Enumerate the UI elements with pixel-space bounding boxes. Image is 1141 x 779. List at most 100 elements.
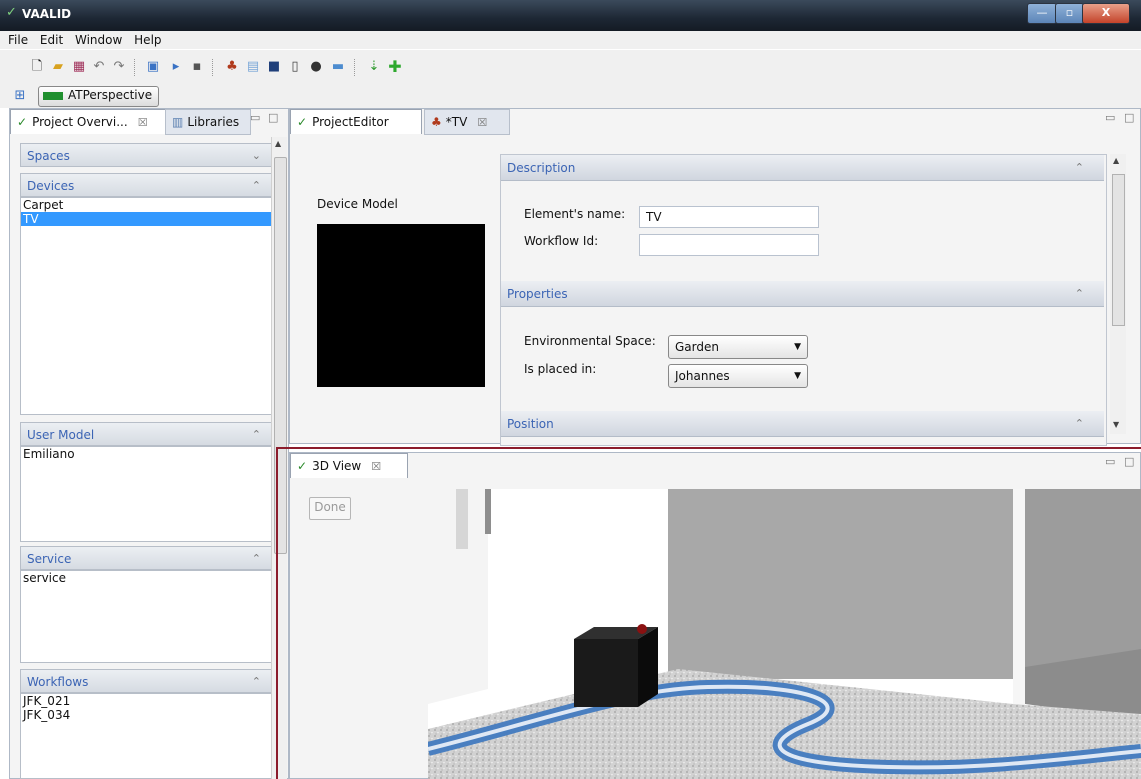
environmental-space-select[interactable]: Garden ▼ (668, 335, 808, 359)
tab-project-editor[interactable]: ✓ ProjectEditor (290, 109, 422, 134)
image-icon[interactable]: ▣ (145, 59, 161, 75)
user-model-list: Emiliano (20, 446, 272, 542)
user-icon[interactable]: ■ (266, 59, 282, 75)
workflows-header[interactable]: Workflows ⌃ (20, 669, 272, 693)
is-placed-in-select[interactable]: Johannes ▼ (668, 364, 808, 388)
tab-label: *TV (445, 115, 468, 129)
collapse-icon[interactable]: ⌃ (252, 423, 261, 447)
collapse-icon[interactable]: ⌃ (252, 174, 261, 198)
close-tab-icon[interactable]: ☒ (371, 460, 381, 473)
section-title: Devices (27, 179, 75, 193)
sash-divider[interactable] (276, 447, 278, 779)
tab-3d-view[interactable]: ✓ 3D View ☒ (290, 453, 408, 478)
menu-file[interactable]: File (0, 31, 32, 49)
tab-libraries[interactable]: ▥ Libraries (165, 109, 251, 135)
workflow-id-field[interactable] (639, 234, 819, 256)
check-icon: ✓ (17, 115, 28, 129)
service-list: service (20, 570, 272, 663)
tab-tv[interactable]: ♣ *TV ☒ (424, 109, 510, 135)
perspective-label: ATPerspective (68, 88, 153, 102)
minimize-button[interactable]: — (1027, 3, 1057, 24)
undo-icon[interactable]: ↶ (91, 59, 107, 75)
properties-header[interactable]: Properties ⌃ (501, 281, 1104, 307)
collapse-icon[interactable]: ⌃ (252, 547, 261, 571)
folder-icon[interactable]: ▬ (330, 59, 346, 75)
section-title: Properties (507, 287, 568, 301)
menu-help[interactable]: Help (130, 31, 165, 49)
device-model-label: Device Model (317, 197, 398, 211)
3d-scene-render (428, 489, 1141, 779)
collapse-icon[interactable]: ⌃ (1075, 411, 1084, 437)
tab-label: Project Overvi... (32, 115, 128, 129)
collapse-icon[interactable]: ⌃ (1075, 155, 1084, 181)
is-placed-in-label: Is placed in: (524, 362, 597, 376)
scroll-up-icon[interactable]: ▲ (275, 139, 281, 148)
add-icon[interactable]: ✚ (387, 59, 403, 75)
save-all-icon[interactable]: ▦ (71, 59, 87, 75)
menu-bar: File Edit Window Help (0, 31, 1141, 49)
play-icon[interactable]: ▸ (168, 59, 184, 75)
collapse-icon[interactable]: ⌃ (1075, 281, 1084, 307)
maximize-view-icon[interactable]: □ (1124, 111, 1134, 124)
dropdown-arrow-icon: ▼ (794, 342, 801, 352)
close-tab-icon[interactable]: ☒ (477, 116, 487, 129)
workflow-id-label: Workflow Id: (524, 234, 599, 248)
list-item[interactable]: JFK_034 (21, 708, 271, 722)
open-folder-icon[interactable]: ▰ (50, 59, 66, 75)
perspective-button[interactable]: ATPerspective (38, 86, 160, 107)
tab-label: Libraries (187, 115, 240, 129)
close-button[interactable]: X (1082, 3, 1130, 24)
perspective-icon (43, 91, 63, 100)
new-file-icon[interactable]: 🗋 (29, 59, 45, 75)
close-tab-icon[interactable]: ☒ (138, 116, 148, 129)
service-header[interactable]: Service ⌃ (20, 546, 272, 570)
list-item[interactable]: service (21, 571, 271, 585)
scrollbar-thumb[interactable] (1112, 174, 1125, 326)
editor-scrollbar[interactable]: ▲ ▼ (1110, 154, 1126, 434)
maximize-view-icon[interactable]: □ (1124, 455, 1134, 468)
environmental-space-label: Environmental Space: (524, 334, 656, 348)
scroll-up-icon[interactable]: ▲ (1113, 156, 1119, 165)
list-item-selected[interactable]: TV (21, 212, 271, 226)
tab-project-overview[interactable]: ✓ Project Overvi... ☒ (10, 109, 173, 134)
import-icon[interactable]: ⇣ (366, 59, 382, 75)
list-item[interactable]: Emiliano (21, 447, 271, 461)
section-title: Position (507, 417, 554, 431)
open-perspective-icon[interactable]: ⊞ (12, 88, 28, 104)
menu-window[interactable]: Window (71, 31, 126, 49)
redo-icon[interactable]: ↷ (111, 59, 127, 75)
clipboard-icon[interactable]: ▯ (287, 59, 303, 75)
maximize-button[interactable]: ▫ (1055, 3, 1084, 24)
devices-header[interactable]: Devices ⌃ (20, 173, 272, 197)
minimize-view-icon[interactable]: ▭ (250, 111, 260, 124)
toolbar-separator (354, 59, 355, 76)
device-icon[interactable]: ♣ (224, 59, 240, 75)
toolbar-separator (134, 59, 135, 76)
sash-divider[interactable] (276, 447, 1141, 449)
done-button[interactable]: Done (309, 497, 351, 520)
collapse-icon[interactable]: ⌃ (252, 670, 261, 694)
spaces-header[interactable]: Spaces ⌄ (20, 143, 272, 167)
left-scrollbar[interactable]: ▲ (271, 137, 287, 779)
user-model-header[interactable]: User Model ⌃ (20, 422, 272, 446)
window-title: VAALID (22, 7, 72, 21)
position-header[interactable]: Position ⌃ (501, 411, 1104, 437)
menu-edit[interactable]: Edit (36, 31, 67, 49)
minimize-view-icon[interactable]: ▭ (1105, 111, 1115, 124)
space-icon[interactable]: ▤ (245, 59, 261, 75)
minimize-view-icon[interactable]: ▭ (1105, 455, 1115, 468)
stop-icon[interactable]: ▪ (189, 59, 205, 75)
toolbar: 🗋 ▰ ▦ ↶ ↷ ▣ ▸ ▪ ♣ ▤ ■ ▯ ● ▬ ⇣ ✚ (0, 50, 1141, 84)
section-title: Spaces (27, 149, 70, 163)
maximize-view-icon[interactable]: □ (268, 111, 278, 124)
globe-icon[interactable]: ● (308, 59, 324, 75)
3d-scene-viewport[interactable] (428, 489, 1141, 779)
expand-icon[interactable]: ⌄ (252, 144, 261, 168)
list-item[interactable]: Carpet (21, 198, 271, 212)
select-value: Garden (675, 340, 719, 354)
list-item[interactable]: JFK_021 (21, 694, 271, 708)
description-header[interactable]: Description ⌃ (501, 155, 1104, 181)
element-name-field[interactable]: TV (639, 206, 819, 228)
scroll-down-icon[interactable]: ▼ (1113, 420, 1119, 429)
select-value: Johannes (675, 369, 730, 383)
